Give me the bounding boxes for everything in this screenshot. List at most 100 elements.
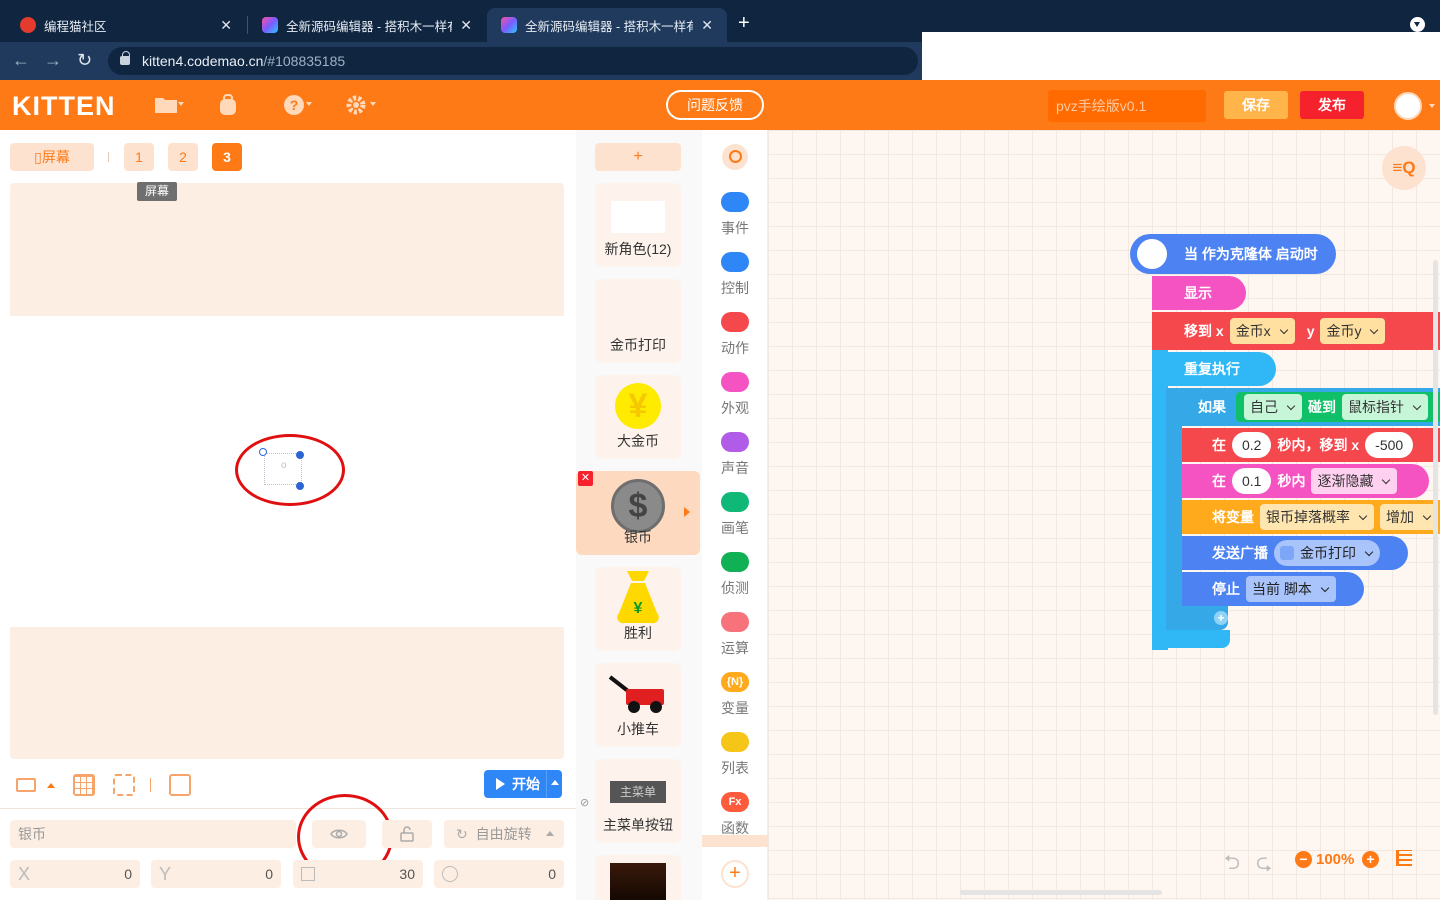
align-blocks-icon[interactable] (1396, 850, 1412, 866)
x-position-field[interactable]: X 0 (10, 860, 140, 888)
category-2[interactable]: 动作 (702, 312, 768, 372)
backpack-icon[interactable] (216, 93, 240, 117)
feedback-button[interactable]: 问题反馈 (666, 90, 764, 120)
tab-search-icon[interactable] (1410, 17, 1425, 32)
zoom-in-button[interactable]: + (1362, 851, 1379, 868)
sprite-card-new-role[interactable]: 新角色(12) (595, 183, 681, 267)
category-8[interactable]: {N} 变量 (702, 672, 768, 732)
add-sprite-button[interactable]: + (595, 143, 681, 171)
x-target-input[interactable]: -500 (1365, 432, 1414, 458)
sprite-card-cart[interactable]: 小推车 (595, 663, 681, 747)
stop-target-dropdown[interactable]: 当前 脚本 (1246, 576, 1336, 602)
sprite-card-silver-coin[interactable]: $ 银币 (576, 471, 700, 555)
new-tab-button[interactable]: + (738, 12, 750, 34)
undo-icon[interactable]: ⮌ (1224, 848, 1240, 882)
chevron-up-icon[interactable] (47, 783, 55, 788)
sprite-card-victory[interactable]: ¥ 胜利 (595, 567, 681, 651)
horizontal-scrollbar[interactable] (960, 890, 1162, 895)
fade-out-block[interactable]: 在 0.1 秒内 逐渐隐藏 (1182, 464, 1430, 498)
folder-icon[interactable] (154, 93, 178, 117)
sprite-name-input[interactable]: 银币 (10, 820, 296, 848)
direction-field[interactable]: 0 (434, 860, 564, 888)
move-to-block[interactable]: 移到 x 金币x y 金币y (1152, 312, 1440, 350)
browser-tab-1[interactable]: 编程猫社区 ✕ (6, 8, 246, 42)
svg-text:?: ? (290, 97, 299, 113)
start-button[interactable]: 开始 (484, 770, 562, 798)
category-7[interactable]: 运算 (702, 612, 768, 672)
seconds-input[interactable]: 0.1 (1232, 468, 1272, 494)
url-field[interactable]: kitten4.codemao.cn/#108835185 ☆ (108, 47, 1012, 75)
close-tab-icon[interactable]: ✕ (460, 17, 472, 34)
coin-y-dropdown[interactable]: 金币y (1320, 318, 1386, 344)
if-block[interactable]: 如果 自己 碰到 鼠标指针 (1166, 388, 1440, 426)
delete-sprite-button[interactable]: ✕ (578, 471, 593, 486)
scene-tab-2[interactable]: 2 (168, 143, 198, 171)
touch-condition[interactable]: 自己 碰到 鼠标指针 (1236, 392, 1440, 422)
kitten-logo[interactable]: KITTEN (12, 91, 116, 122)
glide-move-block[interactable]: 在 0.2 秒内，移到 x -500 (1182, 428, 1440, 462)
screen-button[interactable]: ▯屏幕 (10, 143, 94, 171)
seconds-input[interactable]: 0.2 (1232, 432, 1272, 458)
scene-tab-1[interactable]: 1 (124, 143, 154, 171)
reload-icon[interactable]: ↻ (77, 50, 92, 71)
sprite-thumbnail (610, 863, 666, 900)
code-workspace[interactable]: ≡Q 当 作为克隆体 启动时 显示 移到 x 金币x y 金币y 重复执行 如果… (768, 130, 1440, 900)
category-3[interactable]: 外观 (702, 372, 768, 432)
y-position-field[interactable]: Y 0 (151, 860, 281, 888)
rotation-mode-select[interactable]: ↻ 自由旋转 (444, 820, 564, 848)
variable-dropdown[interactable]: 银币掉落概率 (1260, 504, 1374, 530)
publish-button[interactable]: 发布 (1300, 91, 1364, 119)
change-variable-block[interactable]: 将变量 银币掉落概率 增加 (1182, 500, 1440, 534)
user-avatar[interactable] (1394, 92, 1422, 120)
category-0[interactable]: 事件 (702, 192, 768, 252)
category-1[interactable]: 控制 (702, 252, 768, 312)
category-4[interactable]: 声音 (702, 432, 768, 492)
show-block[interactable]: 显示 (1152, 276, 1246, 310)
hidden-eye-icon[interactable]: ⊘ (580, 796, 589, 809)
forever-block[interactable]: 重复执行 (1152, 352, 1276, 386)
coin-x-dropdown[interactable]: 金币x (1229, 318, 1295, 344)
hat-block-clone-start[interactable]: 当 作为克隆体 启动时 (1130, 234, 1336, 274)
browser-tab-2[interactable]: 全新源码编辑器 - 搭积木一样有趣 ✕ (248, 8, 486, 42)
close-tab-icon[interactable]: ✕ (220, 17, 232, 34)
category-scroll-more[interactable] (702, 835, 768, 847)
fade-dropdown[interactable]: 逐渐隐藏 (1311, 468, 1398, 494)
fullscreen-icon[interactable] (113, 774, 135, 796)
browser-tab-3-active[interactable]: 全新源码编辑器 - 搭积木一样有趣 ✕ (487, 8, 727, 42)
help-icon[interactable]: ? (282, 93, 306, 117)
redo-icon[interactable]: ⮎ (1256, 848, 1272, 882)
sprite-card-main-menu-button[interactable]: 主菜单 主菜单按钮 (595, 759, 681, 843)
add-block-icon[interactable]: + (1214, 611, 1228, 625)
category-5[interactable]: 画笔 (702, 492, 768, 552)
sprite-card-coin-print[interactable]: 金币打印 (595, 279, 681, 363)
add-extension-button[interactable]: + (721, 860, 749, 888)
forward-arrow-icon[interactable]: → (44, 50, 62, 71)
scene-tab-3[interactable]: 3 (212, 143, 242, 171)
sprite-card-big-gold-coin[interactable]: ¥ 大金币 (595, 375, 681, 459)
self-dropdown[interactable]: 自己 (1244, 394, 1302, 420)
zoom-out-button[interactable]: − (1295, 851, 1312, 868)
stop-block[interactable]: 停止 当前 脚本 (1182, 572, 1364, 606)
size-field[interactable]: 30 (293, 860, 423, 888)
recording-icon[interactable] (169, 774, 191, 796)
save-button[interactable]: 保存 (1224, 91, 1288, 119)
broadcast-block[interactable]: 发送广播 金币打印 (1182, 536, 1408, 570)
increase-dropdown[interactable]: 增加 (1380, 504, 1438, 530)
search-icon[interactable] (722, 144, 748, 170)
project-name-input[interactable] (1048, 90, 1206, 122)
vertical-scrollbar[interactable] (1433, 260, 1438, 715)
message-dropdown[interactable]: 金币打印 (1274, 540, 1380, 566)
lock-toggle[interactable] (382, 820, 432, 848)
settings-icon[interactable] (344, 93, 368, 117)
grid-icon[interactable] (73, 774, 95, 796)
category-6[interactable]: 侦测 (702, 552, 768, 612)
mouse-pointer-dropdown[interactable]: 鼠标指针 (1342, 394, 1428, 420)
close-tab-icon[interactable]: ✕ (701, 17, 713, 34)
stage-size-icon[interactable] (16, 778, 36, 792)
block-search-button[interactable]: ≡Q (1382, 146, 1426, 190)
sprite-card-partial[interactable] (595, 855, 681, 900)
category-9[interactable]: 列表 (702, 732, 768, 792)
chevron-up-icon[interactable] (546, 770, 562, 798)
back-arrow-icon[interactable]: ← (12, 50, 30, 71)
chevron-right-icon[interactable] (684, 507, 690, 517)
